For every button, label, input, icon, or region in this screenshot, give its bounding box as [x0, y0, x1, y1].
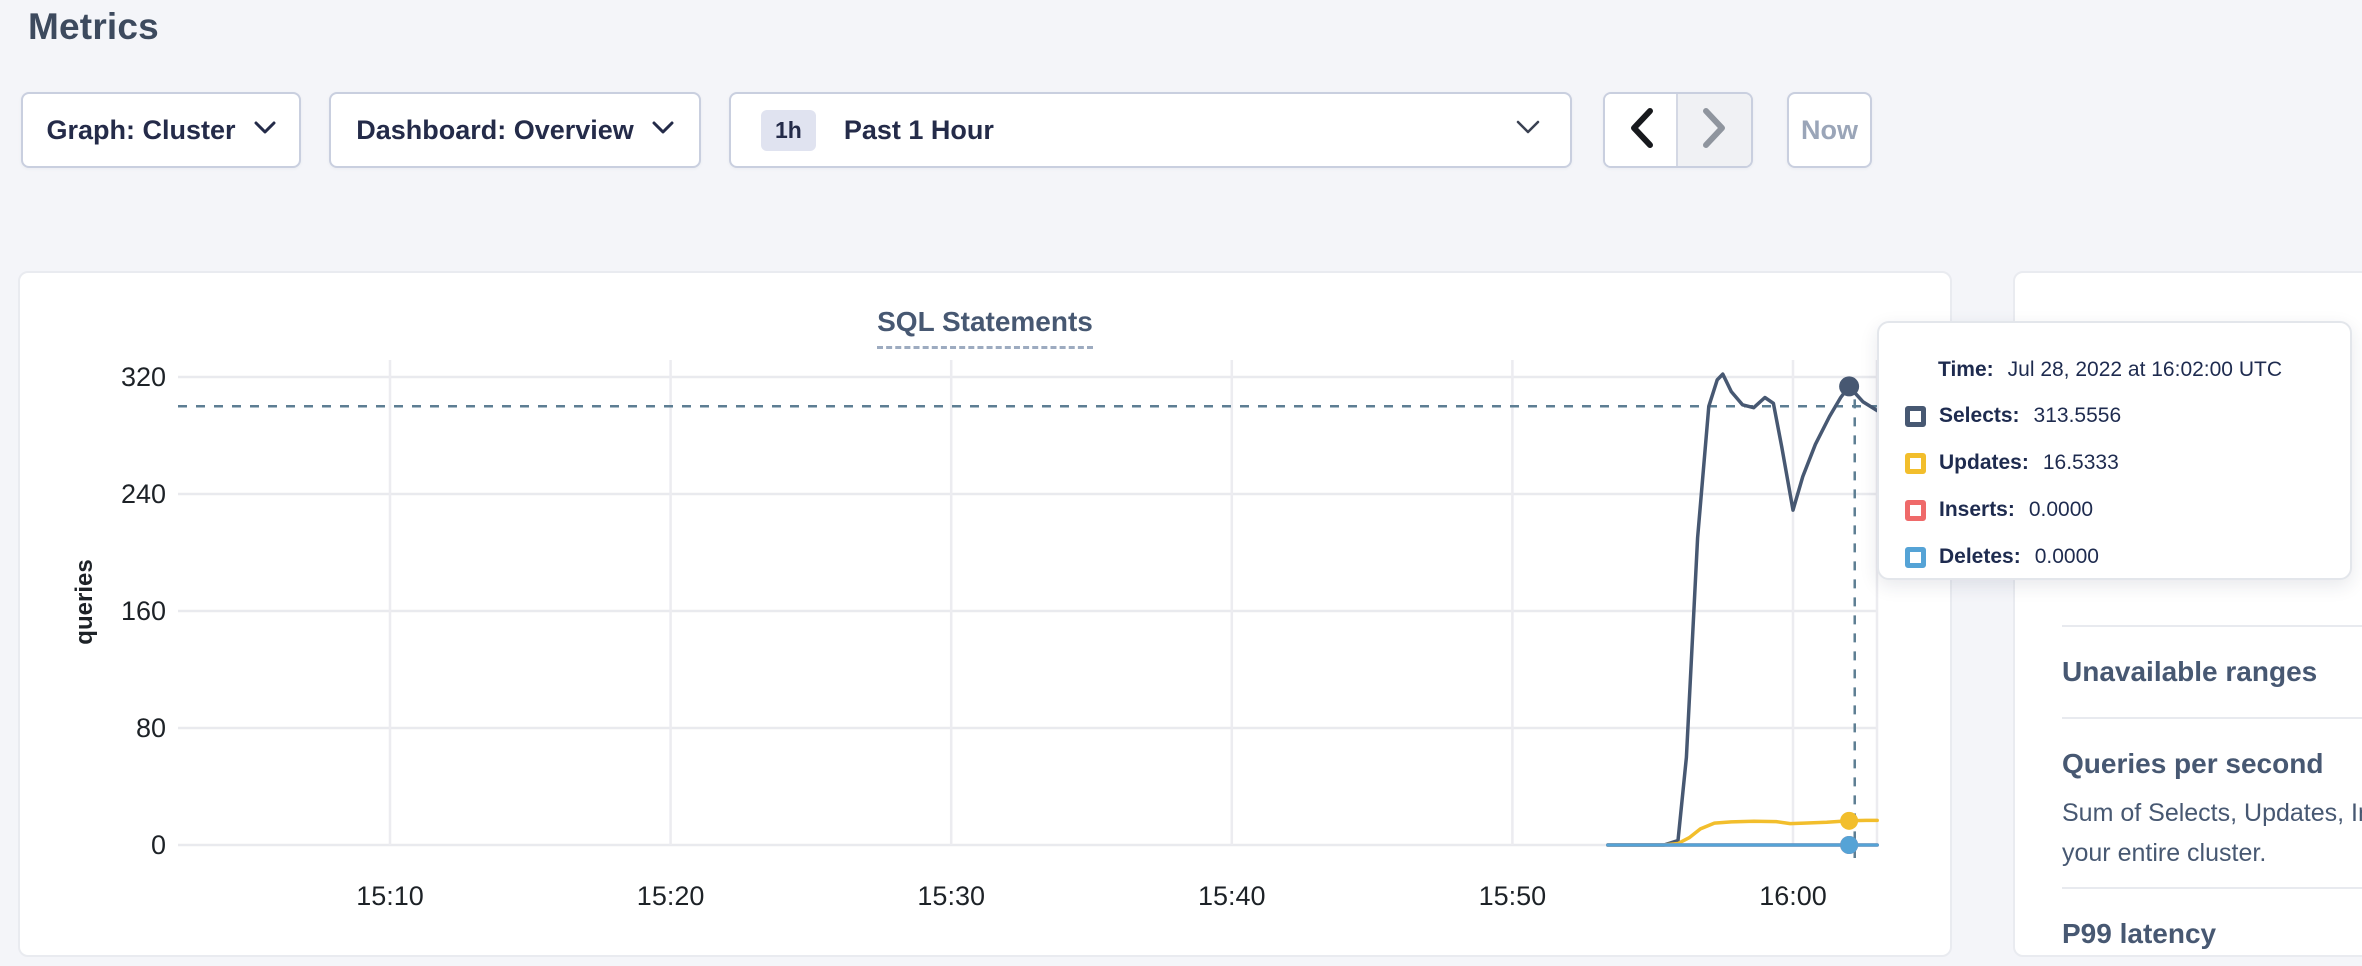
svg-text:15:40: 15:40 [1198, 881, 1266, 911]
chart-crosshair [178, 381, 1877, 858]
tooltip-series-value: 313.5556 [2034, 404, 2122, 428]
series-swatch-icon [1905, 453, 1926, 474]
svg-text:320: 320 [121, 362, 166, 392]
tooltip-series-value: 16.5333 [2043, 451, 2119, 475]
series-line-selects [1608, 374, 1877, 845]
svg-text:15:20: 15:20 [637, 881, 705, 911]
svg-text:0: 0 [151, 830, 166, 860]
tooltip-series-row: Updates: 16.5333 [1905, 446, 2119, 480]
series-line-updates [1608, 820, 1877, 845]
chart-axis-labels: 0 80 160 240 320 15:10 15:20 15:30 15:40 15:50 16:… [71, 362, 1827, 911]
tooltip-series-label: Updates: [1939, 451, 2029, 475]
series-swatch-icon [1905, 547, 1926, 568]
series-swatch-icon [1905, 500, 1926, 521]
tooltip-series-value: 0.0000 [2029, 498, 2093, 522]
tooltip-series-label: Inserts: [1939, 498, 2015, 522]
tooltip-time-row: Time: Jul 28, 2022 at 16:02:00 UTC [1938, 353, 2282, 387]
chart-hover-dots [1839, 376, 1859, 854]
y-axis-label: queries [71, 559, 98, 644]
tooltip-series-row: Selects: 313.5556 [1905, 399, 2121, 433]
svg-text:15:10: 15:10 [356, 881, 424, 911]
tooltip-series-label: Selects: [1939, 404, 2020, 428]
tooltip-series-row: Inserts: 0.0000 [1905, 493, 2093, 527]
svg-text:16:00: 16:00 [1759, 881, 1827, 911]
hover-dot-selects [1839, 376, 1859, 396]
chart-tooltip: Time: Jul 28, 2022 at 16:02:00 UTC Selec… [1877, 321, 2352, 580]
svg-text:15:30: 15:30 [917, 881, 985, 911]
hover-dot-deletes [1840, 836, 1858, 854]
chart-grid [178, 360, 1877, 845]
tooltip-time-label: Time: [1938, 358, 1994, 382]
svg-text:80: 80 [136, 713, 166, 743]
chart-series [1608, 374, 1877, 845]
tooltip-time-value: Jul 28, 2022 at 16:02:00 UTC [2008, 358, 2282, 382]
svg-text:15:50: 15:50 [1479, 881, 1547, 911]
hover-dot-updates [1840, 812, 1858, 830]
tooltip-series-label: Deletes: [1939, 545, 2021, 569]
svg-text:240: 240 [121, 479, 166, 509]
svg-text:160: 160 [121, 596, 166, 626]
tooltip-series-row: Deletes: 0.0000 [1905, 540, 2099, 574]
tooltip-series-value: 0.0000 [2035, 545, 2099, 569]
series-swatch-icon [1905, 406, 1926, 427]
